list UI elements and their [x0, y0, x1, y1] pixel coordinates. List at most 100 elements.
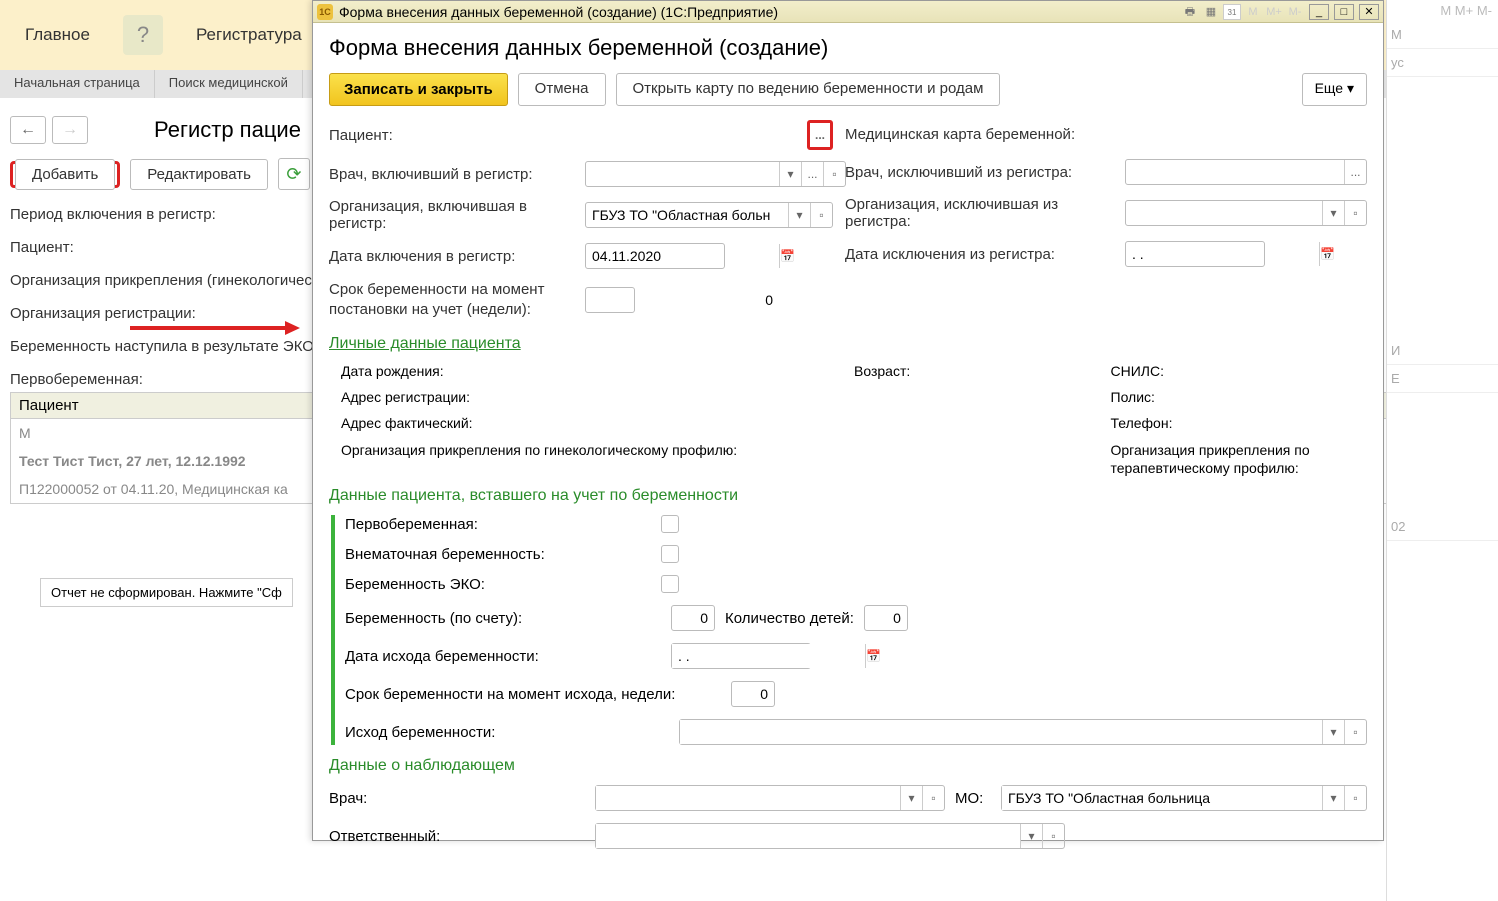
dropdown-icon[interactable]: ▾	[1020, 824, 1042, 848]
back-button[interactable]: ←	[10, 116, 46, 144]
org-out-input[interactable]: ▾ ▫	[1125, 200, 1367, 226]
section-personal[interactable]: Личные данные пациента	[329, 335, 1367, 353]
calc-icon[interactable]: ▦	[1202, 4, 1220, 20]
open-card-button[interactable]: Открыть карту по ведению беременности и …	[616, 73, 1001, 106]
date-out-input[interactable]: 📅	[1125, 241, 1265, 267]
dropdown-icon[interactable]: ▾	[788, 203, 810, 227]
org-in-field[interactable]	[586, 203, 788, 227]
close-button[interactable]: ✕	[1359, 4, 1379, 20]
mo-input[interactable]: ▾ ▫	[1001, 785, 1367, 811]
tab-home[interactable]: Начальная страница	[0, 70, 155, 98]
lbl-org-in: Организация, включившая в регистр:	[329, 198, 585, 232]
preg-count-input[interactable]	[671, 605, 715, 631]
lbl-doctor-out: Врач, исключивший из регистра:	[845, 164, 1125, 181]
open-icon[interactable]: ▫	[823, 162, 845, 186]
dropdown-icon[interactable]: ▾	[779, 162, 801, 186]
date-in-field[interactable]	[586, 244, 779, 268]
date-out-field[interactable]	[1126, 242, 1319, 266]
open-icon[interactable]: ▫	[1344, 786, 1366, 810]
resp-input[interactable]: ▾ ▫	[595, 823, 1065, 849]
outcome-date-input[interactable]: 📅	[671, 643, 811, 669]
doctor-out-input[interactable]: ...	[1125, 159, 1367, 185]
outcome-input[interactable]: ▾ ▫	[679, 719, 1367, 745]
dots-icon[interactable]: ...	[801, 162, 823, 186]
lbl-ectopic: Внематочная беременность:	[345, 546, 661, 563]
annotation-arrow	[130, 318, 300, 338]
more-button[interactable]: Еще ▾	[1302, 73, 1367, 106]
nav-main[interactable]: Главное	[0, 25, 115, 45]
lbl-mo: МО:	[955, 790, 991, 807]
lbl-resp: Ответственный:	[329, 828, 585, 845]
modal-titlebar[interactable]: 1C Форма внесения данных беременной (соз…	[313, 1, 1383, 23]
patient-select-button[interactable]: ...	[810, 123, 830, 147]
org-out-field[interactable]	[1126, 201, 1322, 225]
app-1c-icon: 1C	[317, 4, 333, 20]
open-icon[interactable]: ▫	[922, 786, 944, 810]
modal-window: 1C Форма внесения данных беременной (соз…	[312, 0, 1384, 841]
mo-field[interactable]	[1002, 786, 1322, 810]
dropdown-icon[interactable]: ▾	[1322, 201, 1344, 225]
mplus-icon[interactable]: M+	[1265, 4, 1283, 20]
doctor-out-field[interactable]	[1126, 160, 1344, 184]
right-panel-fragment: M M+ M- М ус И Е 02	[1386, 0, 1498, 901]
lbl-eko-preg: Беременность ЭКО:	[345, 576, 661, 593]
calendar-icon[interactable]: 31	[1223, 4, 1241, 20]
dropdown-icon[interactable]: ▾	[1322, 720, 1344, 744]
mminus-icon[interactable]: M-	[1286, 4, 1304, 20]
forward-button[interactable]: →	[52, 116, 88, 144]
lbl-org-ther: Организация прикрепления по терапевтичес…	[1111, 441, 1368, 477]
open-icon[interactable]: ▫	[1042, 824, 1064, 848]
dropdown-icon[interactable]: ▾	[1322, 786, 1344, 810]
cancel-button[interactable]: Отмена	[518, 73, 606, 106]
doctor-in-field[interactable]	[586, 162, 779, 186]
refresh-button[interactable]: ⟳	[278, 158, 310, 190]
minimize-button[interactable]: _	[1309, 4, 1329, 20]
add-button[interactable]: Добавить	[15, 159, 115, 190]
add-button-highlight: Добавить	[10, 161, 120, 188]
outcome-weeks-input[interactable]	[731, 681, 775, 707]
tab-search[interactable]: Поиск медицинской	[155, 70, 303, 98]
open-icon[interactable]: ▫	[810, 203, 832, 227]
lbl-patient: Пациент:	[329, 127, 585, 144]
ectopic-checkbox[interactable]	[661, 545, 679, 563]
section-preg: Данные пациента, вставшего на учет по бе…	[329, 487, 1367, 505]
outcome-field[interactable]	[680, 720, 1322, 744]
open-icon[interactable]: ▫	[1344, 720, 1366, 744]
first-preg-checkbox[interactable]	[661, 515, 679, 533]
open-icon[interactable]: ▫	[1344, 201, 1366, 225]
doctor-in-input[interactable]: ▾ ... ▫	[585, 161, 846, 187]
org-in-input[interactable]: ▾ ▫	[585, 202, 833, 228]
patient-select-highlight: ...	[807, 120, 833, 150]
obs-doctor-input[interactable]: ▾ ▫	[595, 785, 945, 811]
save-close-button[interactable]: Записать и закрыть	[329, 73, 508, 106]
lbl-age: Возраст:	[854, 363, 1111, 379]
weeks-field[interactable]	[586, 288, 779, 312]
m-buttons: M M+ M-	[1387, 0, 1498, 21]
tooltip: Отчет не сформирован. Нажмите "Сф	[40, 578, 293, 607]
calendar-icon[interactable]: 📅	[1319, 242, 1335, 266]
lbl-phone: Телефон:	[1111, 415, 1368, 431]
lbl-card: Медицинская карта беременной:	[845, 126, 1125, 143]
nav-reg[interactable]: Регистратура	[171, 25, 327, 45]
lbl-org-out: Организация, исключившая из регистра:	[845, 196, 1125, 230]
calendar-icon[interactable]: 📅	[865, 644, 881, 668]
maximize-button[interactable]: □	[1334, 4, 1354, 20]
lbl-polis: Полис:	[1111, 389, 1368, 405]
weeks-input[interactable]	[585, 287, 635, 313]
lbl-doctor-in: Врач, включивший в регистр:	[329, 166, 585, 183]
dots-icon[interactable]: ...	[1344, 160, 1366, 184]
edit-button[interactable]: Редактировать	[130, 159, 268, 190]
print-icon[interactable]: 🖶	[1181, 4, 1199, 20]
resp-field[interactable]	[596, 824, 1020, 848]
outcome-date-field[interactable]	[672, 644, 865, 668]
eko-checkbox[interactable]	[661, 575, 679, 593]
children-input[interactable]	[864, 605, 908, 631]
dropdown-icon[interactable]: ▾	[900, 786, 922, 810]
help-icon[interactable]: ?	[123, 15, 163, 55]
date-in-input[interactable]: 📅	[585, 243, 725, 269]
m-icon[interactable]: M	[1244, 4, 1262, 20]
calendar-icon[interactable]: 📅	[779, 244, 795, 268]
lbl-addr-reg: Адрес регистрации:	[341, 389, 854, 405]
lbl-children: Количество детей:	[725, 610, 854, 627]
obs-doctor-field[interactable]	[596, 786, 900, 810]
